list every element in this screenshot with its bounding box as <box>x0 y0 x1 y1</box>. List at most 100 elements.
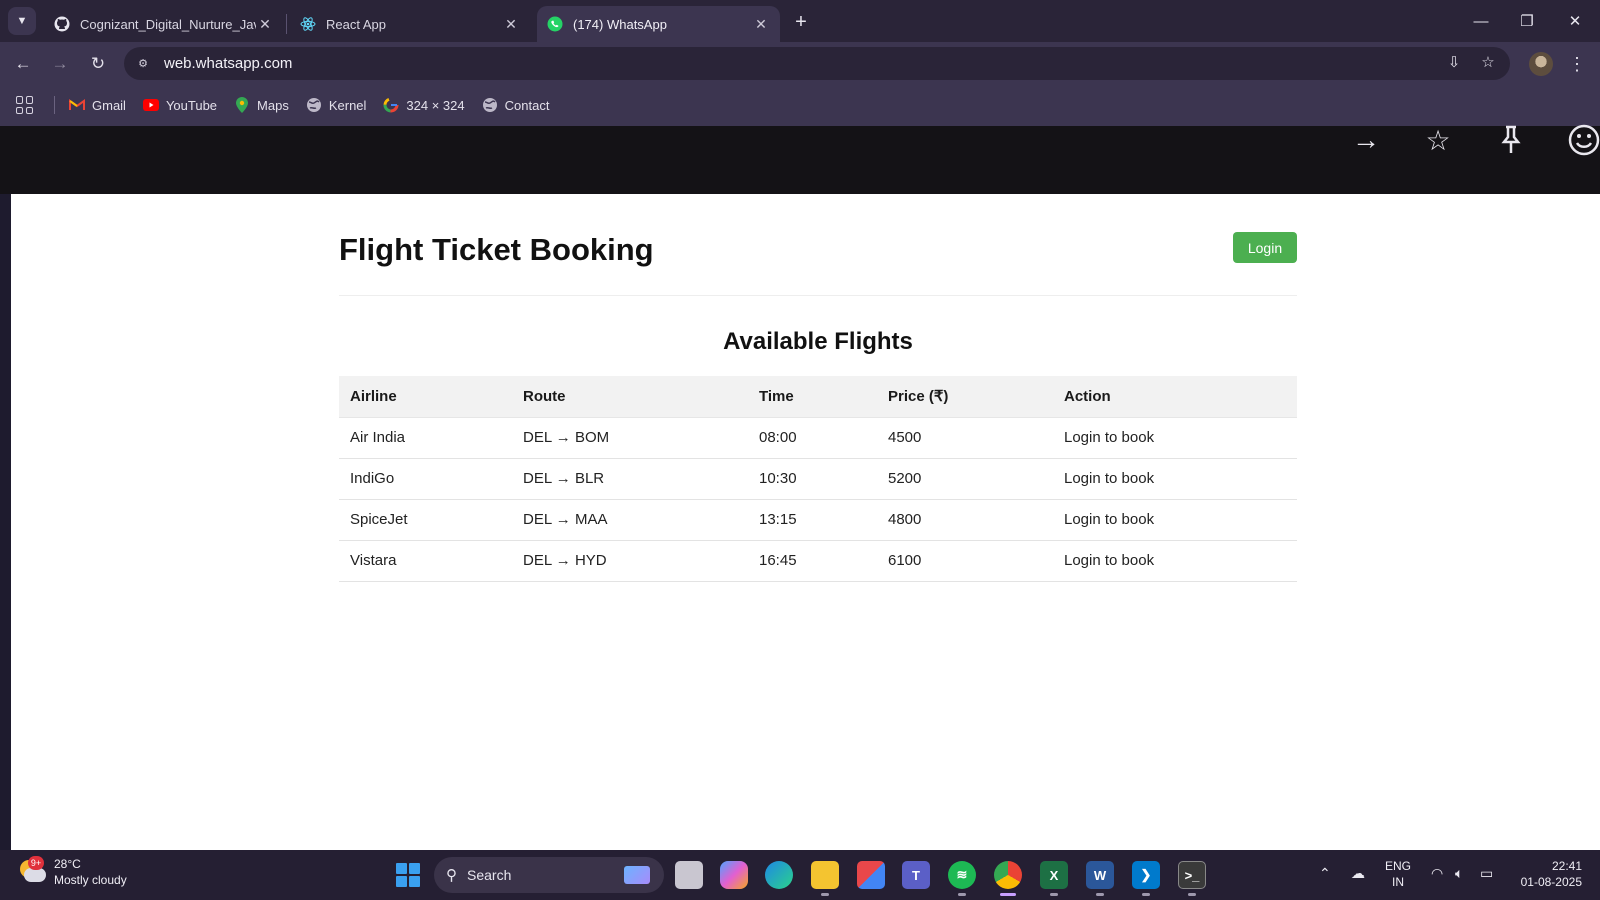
weather-badge: 9+ <box>28 856 44 870</box>
tab-whatsapp[interactable]: (174) WhatsApp ✕ <box>537 6 780 42</box>
tab-divider <box>286 14 287 34</box>
language-region: IN <box>1392 875 1404 889</box>
browser-menu-icon[interactable]: ⋮ <box>1567 50 1587 78</box>
time-cell: 13:15 <box>748 499 877 541</box>
weather-condition: Mostly cloudy <box>54 873 127 887</box>
close-icon[interactable]: ✕ <box>502 16 520 33</box>
window-close-icon[interactable]: ✕ <box>1560 8 1590 34</box>
show-hidden-icons-icon[interactable]: ⌃ <box>1319 865 1331 882</box>
url-text[interactable]: web.whatsapp.com <box>164 55 292 72</box>
copilot-icon[interactable] <box>720 861 748 889</box>
active-app-indicator <box>1000 893 1016 896</box>
youtube-icon <box>142 97 159 113</box>
bookmark-kernel[interactable]: Kernel <box>306 97 367 113</box>
bookmark-maps[interactable]: Maps <box>234 97 289 113</box>
search-label: Search <box>467 867 512 883</box>
microsoft-store-icon[interactable] <box>857 861 885 889</box>
language-indicator[interactable]: ENG IN <box>1385 858 1411 890</box>
task-view-icon[interactable] <box>675 861 703 889</box>
flights-table: Airline Route Time Price (₹) Action Air … <box>339 376 1297 582</box>
running-indicator <box>1142 893 1150 896</box>
price-cell: 5200 <box>877 458 1053 500</box>
browser-tab-strip: ▼ Cognizant_Digital_Nurture_Java ✕ React… <box>0 0 1600 42</box>
bookmark-gmail[interactable]: Gmail <box>69 97 126 113</box>
vscode-icon[interactable]: ❯ <box>1132 861 1160 889</box>
site-info-icon[interactable]: ⚙ <box>130 51 156 77</box>
minimize-icon[interactable]: — <box>1466 8 1496 34</box>
weather-widget[interactable]: 9+ 28°C Mostly cloudy <box>18 856 127 888</box>
search-icon: ⚲ <box>446 867 457 884</box>
star-icon[interactable]: ☆ <box>1418 120 1458 160</box>
install-app-icon[interactable]: ⇩ <box>1440 48 1468 76</box>
back-icon[interactable]: ← <box>9 50 37 78</box>
language-code: ENG <box>1385 859 1412 873</box>
running-indicator <box>1050 893 1058 896</box>
taskbar-search[interactable]: ⚲ Search <box>434 857 664 893</box>
price-cell: 4800 <box>877 499 1053 541</box>
edge-icon[interactable] <box>765 861 793 889</box>
teams-icon[interactable]: T <box>902 861 930 889</box>
reload-icon[interactable]: ↻ <box>84 50 112 78</box>
price-cell: 4500 <box>877 417 1053 459</box>
volume-icon[interactable]: 🔈︎ <box>1455 865 1463 882</box>
windows-start-icon[interactable] <box>396 863 420 887</box>
column-header-route: Route <box>512 376 748 418</box>
table-row: IndiGo DEL → BLR 10:30 5200 Login to boo… <box>339 458 1297 500</box>
tab-react-app[interactable]: React App ✕ <box>290 6 530 42</box>
new-tab-button[interactable]: + <box>788 9 814 35</box>
excel-icon[interactable]: X <box>1040 861 1068 889</box>
gmail-icon <box>69 97 85 113</box>
spotify-icon[interactable]: ≋ <box>948 861 976 889</box>
app-header: Flight Ticket Booking Login <box>339 232 1297 296</box>
tab-title: Cognizant_Digital_Nurture_Java <box>80 16 256 32</box>
taskbar: 9+ 28°C Mostly cloudy ⚲ Search T ≋ X W ❯… <box>0 850 1600 900</box>
column-header-action: Action <box>1053 376 1297 418</box>
price-cell: 6100 <box>877 540 1053 582</box>
wifi-icon[interactable]: ◠ <box>1431 865 1443 882</box>
bookmark-youtube[interactable]: YouTube <box>142 97 217 113</box>
restore-icon[interactable]: ❐ <box>1512 8 1542 34</box>
tab-search-button[interactable]: ▼ <box>8 7 36 35</box>
terminal-icon[interactable]: >_ <box>1178 861 1206 889</box>
search-highlight-icon <box>624 866 650 884</box>
bookmark-label: Kernel <box>328 97 367 113</box>
forward-icon[interactable]: → <box>46 50 74 78</box>
bookmark-star-icon[interactable]: ☆ <box>1474 48 1502 76</box>
system-clock[interactable]: 22:41 01-08-2025 <box>1512 858 1582 890</box>
file-explorer-icon[interactable] <box>811 861 839 889</box>
address-bar[interactable]: ⚙ web.whatsapp.com <box>124 47 1510 80</box>
bookmark-label: Contact <box>504 97 550 113</box>
word-icon[interactable]: W <box>1086 861 1114 889</box>
emoji-icon[interactable] <box>1564 120 1600 160</box>
bookmark-324x324[interactable]: 324 × 324 <box>383 97 465 113</box>
airline-cell: SpiceJet <box>339 499 512 541</box>
running-indicator <box>1096 893 1104 896</box>
react-icon <box>300 16 316 32</box>
running-indicator <box>1188 893 1196 896</box>
google-icon <box>383 97 399 113</box>
onedrive-icon[interactable]: ☁ <box>1351 865 1365 882</box>
pin-icon[interactable] <box>1491 120 1531 160</box>
weather-temperature: 28°C <box>54 857 81 871</box>
apps-grid-icon[interactable] <box>14 94 36 116</box>
time-cell: 08:00 <box>748 417 877 459</box>
profile-avatar[interactable] <box>1529 52 1553 76</box>
table-row: Air India DEL → BOM 08:00 4500 Login to … <box>339 417 1297 459</box>
tab-title: (174) WhatsApp <box>573 16 667 32</box>
close-icon[interactable]: ✕ <box>752 16 770 33</box>
bookmark-contact[interactable]: Contact <box>482 97 550 113</box>
battery-icon[interactable]: ▭ <box>1480 865 1493 882</box>
action-cell: Login to book <box>1053 499 1297 541</box>
table-header-row: Airline Route Time Price (₹) Action <box>339 376 1297 418</box>
airline-cell: Air India <box>339 417 512 459</box>
web-page: Flight Ticket Booking Login Available Fl… <box>11 194 1600 850</box>
close-icon[interactable]: ✕ <box>256 16 274 33</box>
browser-toolbar: ← → ↻ ⚙ web.whatsapp.com ⇩ ☆ <box>0 42 1600 84</box>
column-header-price: Price (₹) <box>877 376 1053 418</box>
route-cell: DEL → HYD <box>512 540 748 582</box>
chrome-icon[interactable] <box>994 861 1022 889</box>
login-button[interactable]: Login <box>1233 232 1297 263</box>
tab-github[interactable]: Cognizant_Digital_Nurture_Java ✕ <box>44 6 284 42</box>
forward-arrow-icon[interactable]: → <box>1346 120 1386 160</box>
cloudy-weather-icon: 9+ <box>18 856 48 886</box>
